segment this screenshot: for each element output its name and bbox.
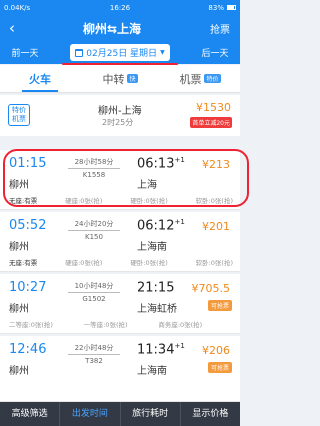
seat-availability: 二等座:0张(抢) 一等座:0张(抢) 商务座:0张(抢): [9, 321, 203, 329]
promo-duration: 2时25分: [102, 118, 134, 127]
status-bar: 0.04K/s 16:26 83%: [0, 0, 240, 15]
app-header: ‹ 柳州⇆上海 抢票: [0, 15, 240, 41]
ticket-price: ¥705.5: [191, 282, 231, 295]
train-number: G1502: [82, 295, 106, 303]
sort-depart-time-button[interactable]: 出发时间: [60, 402, 121, 426]
mode-tabs: 火车 中转快 机票 特价: [0, 65, 240, 93]
next-day-button[interactable]: 后一天: [190, 46, 240, 59]
tab-badge: 快: [127, 74, 138, 83]
date-picker[interactable]: 02月25日 星期日 ▼: [70, 44, 170, 61]
travel-duration: 10小时48分: [74, 282, 114, 290]
flight-promo-card[interactable]: 特价机票 柳州-上海 2时25分 ¥1530 首单立减20元: [0, 95, 240, 136]
date-bar: 前一天 02月25日 星期日 ▼ 后一天: [0, 41, 240, 64]
from-station: 柳州: [9, 180, 29, 191]
tab-transfer[interactable]: 中转快: [80, 65, 160, 92]
train-row[interactable]: 01:15 28小时58分 K1558 06:13+1 柳州 上海 ¥213 无…: [0, 150, 240, 210]
grab-ticket-button[interactable]: 抢票: [200, 21, 240, 36]
travel-duration: 24小时20分: [74, 220, 114, 228]
route-title: 柳州⇆上海: [82, 21, 142, 36]
promo-tag: 特价机票: [8, 104, 30, 126]
to-station: 上海南: [137, 366, 167, 377]
from-station: 柳州: [9, 304, 29, 315]
train-row[interactable]: 10:27 10小时48分 G1502 21:15 柳州 上海虹桥 ¥705.5…: [0, 274, 240, 334]
prev-day-button[interactable]: 前一天: [0, 46, 50, 59]
to-station: 上海南: [137, 242, 167, 253]
promo-route: 柳州-上海: [98, 106, 142, 117]
grab-available-badge: 可抢票: [207, 362, 232, 373]
bottom-toolbar: 高级筛选 出发时间 旅行耗时 显示价格: [0, 402, 240, 426]
train-number: K150: [85, 233, 103, 241]
to-station: 上海虹桥: [137, 304, 177, 315]
route-line: [68, 230, 120, 231]
chevron-down-icon: ▼: [160, 49, 165, 56]
tab-train[interactable]: 火车: [0, 65, 80, 92]
sort-duration-button[interactable]: 旅行耗时: [121, 402, 181, 426]
travel-duration: 28小时58分: [74, 158, 114, 166]
route-line: [68, 354, 120, 355]
seat-availability: 无座:有票 硬座:0张(抢) 硬卧:0张(抢) 软卧:0张(抢): [9, 259, 233, 267]
ticket-price: ¥206: [202, 344, 230, 357]
depart-time: 01:15: [9, 156, 47, 171]
arrive-time: 21:15: [137, 280, 175, 296]
tab-badge: 特价: [204, 74, 221, 83]
travel-duration: 22小时48分: [74, 344, 114, 352]
route-line: [68, 292, 120, 293]
back-icon[interactable]: ‹: [0, 15, 24, 41]
date-label: 02月25日 星期日: [86, 49, 158, 59]
ticket-price: ¥201: [202, 220, 230, 233]
promo-discount-badge: 首单立减20元: [190, 117, 232, 128]
seat-availability: 无座:有票 硬座:0张(抢) 硬卧:0张(抢) 软卧:0张(抢): [9, 197, 233, 205]
to-station: 上海: [137, 180, 157, 191]
filter-button[interactable]: 高级筛选: [0, 402, 61, 426]
promo-price: ¥1530: [196, 101, 231, 114]
train-number: T382: [85, 357, 103, 365]
depart-time: 10:27: [9, 280, 47, 295]
from-station: 柳州: [9, 366, 29, 377]
battery-icon: [226, 5, 236, 10]
arrive-time: 06:12+1: [137, 218, 185, 234]
depart-time: 12:46: [9, 342, 47, 357]
route-line: [68, 168, 120, 169]
arrive-time: 06:13+1: [137, 156, 185, 172]
depart-time: 05:52: [9, 218, 47, 233]
train-number: K1558: [82, 171, 106, 179]
tab-flight[interactable]: 机票 特价: [160, 65, 240, 92]
clock: 16:26: [109, 3, 131, 12]
train-row[interactable]: 12:46 22小时48分 T382 11:34+1 柳州 上海南 ¥206 可…: [0, 336, 240, 402]
from-station: 柳州: [9, 242, 29, 253]
train-row[interactable]: 05:52 24小时20分 K150 06:12+1 柳州 上海南 ¥201 无…: [0, 212, 240, 272]
show-price-button[interactable]: 显示价格: [181, 402, 240, 426]
calendar-icon: [75, 48, 84, 57]
grab-available-badge: 可抢票: [207, 300, 232, 311]
battery-percent: 83%: [208, 3, 224, 12]
arrive-time: 11:34+1: [137, 342, 185, 358]
network-speed: 0.04K/s: [4, 3, 31, 12]
ticket-price: ¥213: [202, 158, 230, 171]
